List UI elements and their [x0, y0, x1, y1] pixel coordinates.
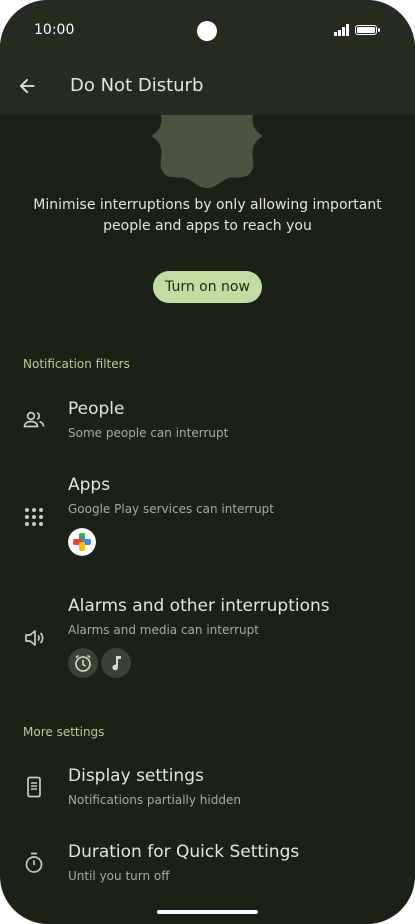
apps-grid-icon — [25, 508, 43, 526]
apps-setting-row[interactable]: Apps Google Play services can interrupt — [0, 475, 415, 556]
apps-title: Apps — [68, 475, 111, 495]
duration-subtitle: Until you turn off — [68, 869, 170, 883]
status-time: 10:00 — [34, 22, 75, 38]
volume-icon — [25, 630, 44, 646]
battery-icon — [355, 25, 380, 35]
display-settings-subtitle: Notifications partially hidden — [68, 793, 241, 807]
duration-quick-settings-row[interactable]: Duration for Quick Settings Until you tu… — [0, 842, 415, 892]
phone-screen: 10:00 Do Not Disturb Minimise interrupti… — [0, 0, 415, 924]
people-title: People — [68, 399, 125, 419]
music-note-icon — [101, 648, 131, 678]
notification-filters-header: Notification filters — [23, 357, 130, 371]
gesture-nav-bar[interactable] — [157, 910, 258, 914]
people-icon — [23, 411, 45, 428]
alarm-clock-icon — [68, 648, 98, 678]
alarms-setting-row[interactable]: Alarms and other interruptions Alarms an… — [0, 596, 415, 680]
more-settings-header: More settings — [23, 725, 105, 739]
turn-on-now-button[interactable]: Turn on now — [153, 271, 262, 303]
display-settings-row[interactable]: Display settings Notifications partially… — [0, 766, 415, 816]
apps-subtitle: Google Play services can interrupt — [68, 502, 275, 516]
google-play-services-icon — [68, 528, 96, 556]
alarms-subtitle: Alarms and media can interrupt — [68, 623, 259, 637]
app-bar: Do Not Disturb — [0, 58, 415, 115]
phone-display-icon — [27, 776, 41, 798]
camera-cutout — [197, 21, 217, 41]
timer-icon — [25, 852, 43, 873]
alarms-title: Alarms and other interruptions — [68, 596, 330, 616]
display-settings-title: Display settings — [68, 766, 204, 786]
duration-title: Duration for Quick Settings — [68, 842, 300, 862]
back-arrow-icon[interactable] — [16, 75, 38, 97]
page-title: Do Not Disturb — [70, 75, 204, 96]
people-setting-row[interactable]: People Some people can interrupt — [0, 399, 415, 449]
description-text: Minimise interruptions by only allowing … — [33, 197, 382, 234]
people-subtitle: Some people can interrupt — [68, 426, 229, 440]
signal-icon — [334, 24, 349, 36]
status-bar: 10:00 — [0, 0, 415, 58]
